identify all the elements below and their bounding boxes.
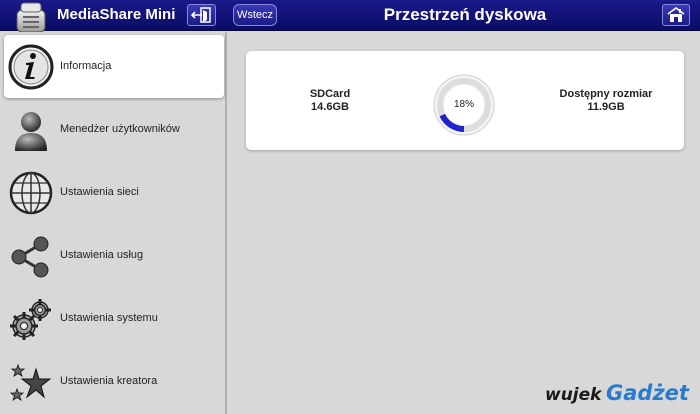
page-title: Przestrzeń dyskowa <box>383 5 547 24</box>
usage-percent: 18% <box>453 99 474 110</box>
home-button[interactable] <box>662 4 690 26</box>
watermark-text-2: Gadżet <box>606 381 689 405</box>
sidebar-item-menedzer-uzytkownikow[interactable]: Menedżer użytkowników <box>0 98 226 161</box>
logout-icon <box>190 7 211 23</box>
sidebar-item-label: Ustawienia usług <box>60 249 144 261</box>
device-info: SDCard 14.6GB <box>290 88 370 114</box>
sidebar-item-ustawienia-uslug[interactable]: Ustawienia usług <box>0 224 226 287</box>
available-info: Dostępny rozmiar 11.9GB <box>542 88 670 114</box>
info-icon <box>8 44 54 90</box>
top-bar: MediaShare Mini Wstecz Przestrzeń dyskow… <box>0 0 700 33</box>
sidebar-item-ustawienia-kreatora[interactable]: Ustawienia kreatora <box>0 350 226 413</box>
sidebar-item-ustawienia-sieci[interactable]: Ustawienia sieci <box>0 161 226 224</box>
user-icon <box>15 112 47 151</box>
logout-button[interactable] <box>187 4 216 26</box>
share-icon <box>11 236 49 278</box>
storage-card: SDCard 14.6GB 18% Dostępny rozmiar 11.9G… <box>246 51 684 150</box>
available-label: Dostępny rozmiar <box>559 88 653 100</box>
sidebar-item-label: Ustawienia sieci <box>60 186 139 198</box>
available-size: 11.9GB <box>587 101 625 113</box>
device-size: 14.6GB <box>311 101 349 113</box>
sidebar: Informacja Menedżer użytkowników Ustawie… <box>0 32 227 414</box>
device-name: SDCard <box>309 88 351 100</box>
sidebar-item-informacja[interactable]: Informacja <box>4 35 224 98</box>
nas-device-icon <box>16 2 46 33</box>
sidebar-item-label: Ustawienia kreatora <box>60 375 158 387</box>
stars-icon <box>9 363 52 401</box>
back-button[interactable]: Wstecz <box>233 4 277 26</box>
watermark-text-1: wujek <box>545 385 602 405</box>
sidebar-item-label: Informacja <box>60 60 112 72</box>
app-title: MediaShare Mini <box>57 6 176 23</box>
sidebar-item-ustawienia-systemu[interactable]: Ustawienia systemu <box>0 287 226 350</box>
sidebar-item-label: Ustawienia systemu <box>60 312 158 324</box>
watermark-logo: wujek Gadżet <box>545 381 695 409</box>
gears-icon <box>10 299 51 340</box>
home-icon <box>667 7 685 22</box>
globe-icon <box>9 171 53 215</box>
sidebar-item-label: Menedżer użytkowników <box>60 123 180 135</box>
